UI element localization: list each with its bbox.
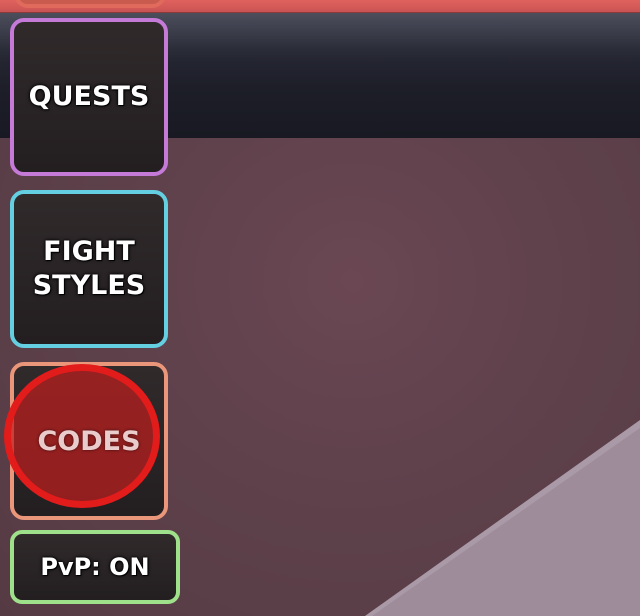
- pvp-toggle-button[interactable]: PvP: ON: [10, 530, 180, 604]
- codes-label: CODES: [37, 425, 141, 457]
- quests-label: QUESTS: [28, 81, 150, 113]
- game-viewport: QUESTS FIGHT STYLES CODES PvP: ON: [0, 0, 640, 616]
- fight-styles-label: FIGHT STYLES: [33, 235, 146, 303]
- top-menu-button[interactable]: [14, 0, 166, 8]
- fight-styles-label-line2: STYLES: [32, 270, 146, 301]
- fight-styles-label-line1: FIGHT: [43, 236, 135, 268]
- pvp-label: PvP: ON: [40, 553, 150, 581]
- codes-label-wrap[interactable]: CODES: [10, 362, 168, 520]
- fight-styles-button[interactable]: FIGHT STYLES: [10, 190, 168, 348]
- quests-button[interactable]: QUESTS: [10, 18, 168, 176]
